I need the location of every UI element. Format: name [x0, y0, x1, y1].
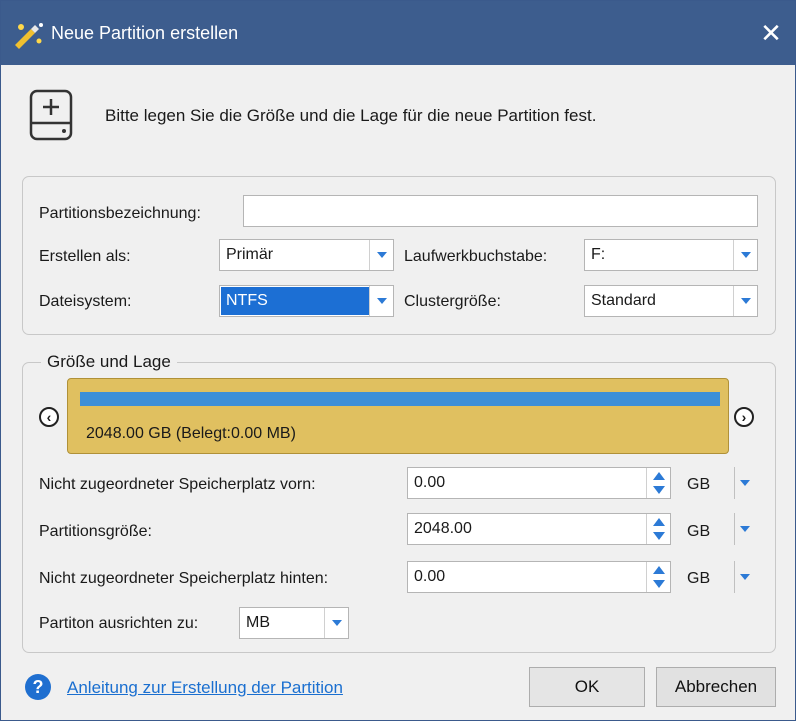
cluster-size-select[interactable]: Standard	[584, 285, 758, 317]
scroll-left-button[interactable]: ‹	[39, 407, 59, 427]
partition-size-unit: GB	[687, 523, 711, 540]
size-location-legend: Größe und Lage	[41, 352, 177, 372]
spin-down-icon[interactable]	[653, 486, 665, 494]
partition-size-input[interactable]: 2048.00	[407, 513, 671, 545]
partition-used-fill	[80, 392, 720, 406]
spin-buttons[interactable]	[646, 468, 670, 498]
align-select[interactable]: MB	[239, 607, 349, 639]
help-icon[interactable]: ?	[25, 674, 51, 700]
window-title: Neue Partition erstellen	[51, 23, 239, 43]
close-button[interactable]: ✕	[753, 15, 789, 51]
cancel-button[interactable]: Abbrechen	[656, 667, 776, 707]
space-before-unit: GB	[687, 476, 711, 493]
partition-size-text: 2048.00 GB (Belegt:0.00 MB)	[86, 425, 296, 442]
scroll-right-button[interactable]: ›	[734, 407, 754, 427]
partition-size-bar[interactable]: 2048.00 GB (Belegt:0.00 MB)	[67, 378, 729, 454]
create-as-value: Primär	[226, 246, 274, 263]
filesystem-select[interactable]: NTFS	[219, 285, 394, 317]
space-before-label: Nicht zugeordneter Speicherplatz vorn:	[39, 476, 316, 493]
drive-letter-select[interactable]: F:	[584, 239, 758, 271]
add-disk-icon	[29, 89, 73, 141]
space-before-input[interactable]: 0.00	[407, 467, 671, 499]
space-after-label: Nicht zugeordneter Speicherplatz hinten:	[39, 570, 329, 587]
space-after-value: 0.00	[414, 568, 446, 585]
chevron-down-icon[interactable]	[733, 240, 757, 270]
chevron-down-icon[interactable]	[734, 513, 754, 545]
space-before-value: 0.00	[414, 474, 446, 491]
align-value: MB	[246, 614, 270, 631]
spin-buttons[interactable]	[646, 514, 670, 544]
align-label: Partiton ausrichten zu:	[39, 615, 199, 632]
chevron-down-icon[interactable]	[734, 467, 754, 499]
partition-size-value: 2048.00	[414, 520, 472, 537]
help-link[interactable]: Anleitung zur Erstellung der Partition	[67, 678, 343, 698]
filesystem-value: NTFS	[221, 287, 369, 315]
partition-label-input[interactable]	[243, 195, 758, 227]
partition-label-label: Partitionsbezeichnung:	[39, 205, 201, 222]
wand-icon	[15, 23, 43, 49]
instruction-text: Bitte legen Sie die Größe und die Lage f…	[105, 106, 597, 125]
spin-up-icon[interactable]	[653, 566, 665, 574]
cluster-size-value: Standard	[591, 292, 656, 309]
dialog-window: Neue Partition erstellen ✕ Bitte legen S…	[0, 0, 796, 721]
spin-buttons[interactable]	[646, 562, 670, 592]
chevron-down-icon[interactable]	[734, 561, 754, 593]
create-as-label: Erstellen als:	[39, 248, 131, 265]
chevron-down-icon[interactable]	[324, 608, 348, 638]
drive-letter-value: F:	[591, 246, 606, 263]
partition-size-label: Partitionsgröße:	[39, 523, 152, 540]
spin-down-icon[interactable]	[653, 580, 665, 588]
chevron-down-icon[interactable]	[733, 286, 757, 316]
cluster-size-label: Clustergröße:	[404, 293, 501, 310]
drive-letter-label: Laufwerkbuchstabe:	[404, 248, 548, 265]
create-as-select[interactable]: Primär	[219, 239, 394, 271]
filesystem-label: Dateisystem:	[39, 293, 132, 310]
space-after-input[interactable]: 0.00	[407, 561, 671, 593]
chevron-down-icon[interactable]	[369, 240, 393, 270]
spin-up-icon[interactable]	[653, 472, 665, 480]
spin-up-icon[interactable]	[653, 518, 665, 526]
title-bar: Neue Partition erstellen ✕	[1, 1, 795, 65]
ok-button[interactable]: OK	[529, 667, 645, 707]
spin-down-icon[interactable]	[653, 532, 665, 540]
chevron-down-icon[interactable]	[369, 286, 393, 316]
space-after-unit: GB	[687, 570, 711, 587]
